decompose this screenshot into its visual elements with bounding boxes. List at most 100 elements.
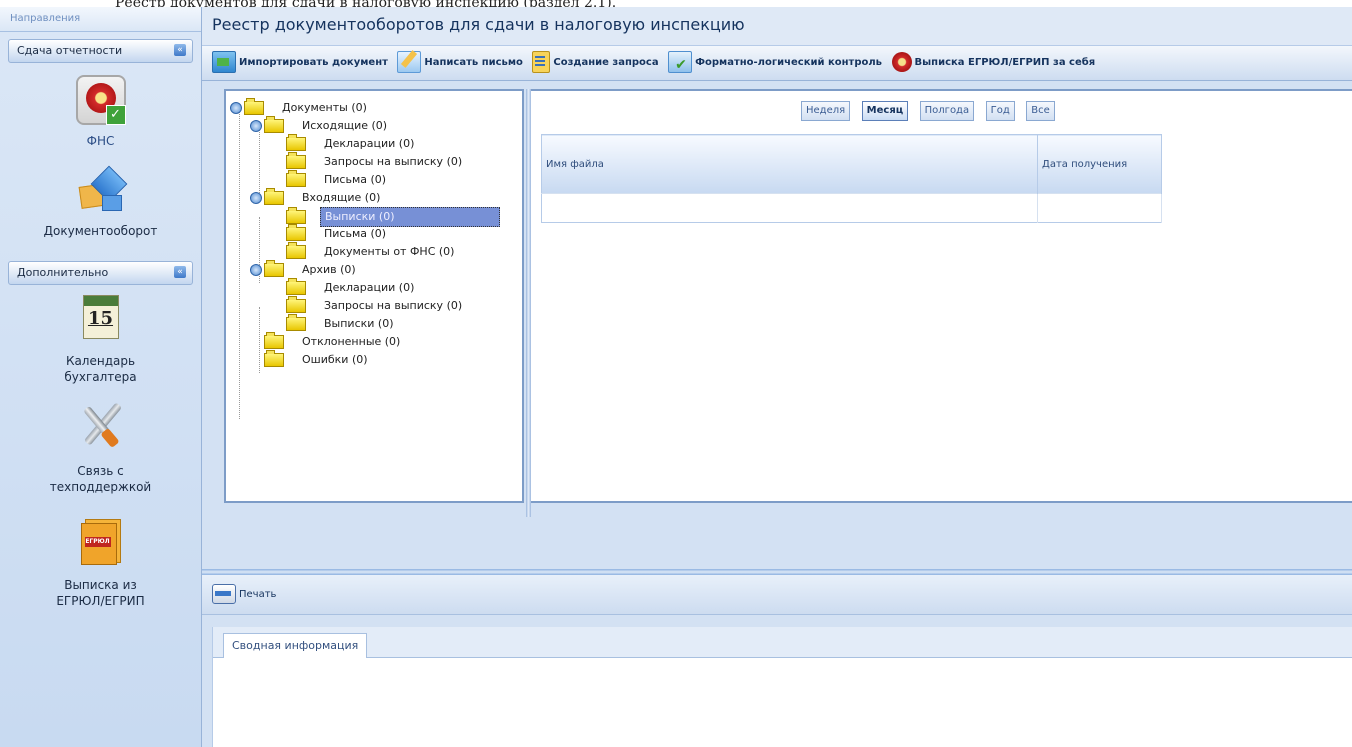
- write-letter-button[interactable]: Написать письмо: [397, 46, 523, 80]
- tree-node-out-declarations[interactable]: Декларации (0): [230, 134, 522, 153]
- column-header-file-name[interactable]: Имя файла: [541, 134, 1038, 194]
- top-cut-caption: Реестр документов для сдачи в налоговую …: [0, 0, 1352, 7]
- folder-icon: [286, 134, 306, 151]
- toolbar: Импортировать документ Написать письмо С…: [202, 45, 1352, 82]
- tree-node-archive[interactable]: Архив (0): [230, 260, 522, 279]
- folder-tree: Документы (0) Исходящие (0) Декларации (…: [226, 91, 522, 419]
- nav-item-calendar[interactable]: 15 Календарь бухгалтера: [0, 295, 201, 385]
- tree-node-label: Документы (0): [282, 101, 367, 114]
- nav-item-label: бухгалтера: [64, 370, 137, 384]
- folder-icon: [264, 188, 284, 205]
- import-document-button[interactable]: Импортировать документ: [212, 46, 388, 80]
- period-year-button[interactable]: Год: [985, 101, 1015, 121]
- tree-node-arch-extracts[interactable]: Выписки (0): [230, 314, 522, 333]
- bottom-toolbar: Печать: [202, 575, 1352, 615]
- button-label: Написать письмо: [424, 57, 523, 68]
- folder-icon: [264, 332, 284, 349]
- folder-icon: [286, 207, 306, 224]
- folder-icon: [286, 314, 306, 331]
- tools-icon: [79, 399, 123, 449]
- button-label: Форматно-логический контроль: [695, 57, 883, 68]
- import-icon: [212, 51, 236, 73]
- tree-node-label: Архив (0): [302, 263, 356, 276]
- create-request-button[interactable]: Создание запроса: [532, 46, 659, 80]
- tree-node-label: Выписки (0): [324, 317, 394, 330]
- nav-item-docflow[interactable]: Документооборот: [0, 165, 201, 239]
- nav-group-additional[interactable]: Дополнительно «: [8, 261, 193, 285]
- period-filter: Неделя Месяц Полгода Год Все: [801, 101, 1063, 121]
- period-month-button[interactable]: Месяц: [861, 101, 909, 121]
- nav-item-label: Календарь: [65, 354, 136, 368]
- document-exchange-icon: [76, 165, 127, 213]
- period-half-year-button[interactable]: Полгода: [919, 101, 975, 121]
- tree-node-label: Документы от ФНС (0): [324, 245, 455, 258]
- egrul-extract-button[interactable]: Выписка ЕГРЮЛ/ЕГРИП за себя: [891, 46, 1096, 80]
- collapse-toggle-icon[interactable]: [230, 102, 242, 114]
- folder-icon: [286, 296, 306, 313]
- nav-header: Направления: [0, 7, 201, 32]
- content-area: Документы (0) Исходящие (0) Декларации (…: [202, 79, 1352, 540]
- page-title: Реестр документооборотов для сдачи в нал…: [202, 7, 1352, 45]
- calendar-icon: 15: [82, 295, 119, 339]
- tree-node-label: Выписки (0): [320, 207, 500, 227]
- tree-node-label: Запросы на выписку (0): [324, 155, 463, 168]
- documents-table: Имя файла Дата получения: [541, 134, 1162, 223]
- collapse-icon[interactable]: «: [174, 266, 186, 278]
- nav-item-label: техподдержкой: [49, 480, 152, 494]
- nav-item-label: Связь с: [77, 464, 124, 478]
- tree-node-in-fns-docs[interactable]: Документы от ФНС (0): [230, 242, 522, 261]
- period-all-button[interactable]: Все: [1026, 101, 1055, 121]
- tree-node-documents[interactable]: Документы (0): [230, 98, 522, 117]
- tree-node-label: Отклоненные (0): [302, 335, 401, 348]
- collapse-toggle-icon[interactable]: [250, 192, 262, 204]
- tab-summary[interactable]: Сводная информация: [223, 633, 368, 658]
- tree-node-label: Запросы на выписку (0): [324, 299, 463, 312]
- folder-icon: [286, 152, 306, 169]
- nav-group-label: Дополнительно: [17, 266, 109, 279]
- tree-node-outgoing[interactable]: Исходящие (0): [230, 116, 522, 135]
- tree-node-errors[interactable]: Ошибки (0): [230, 350, 522, 369]
- folder-icon: [286, 170, 306, 187]
- tree-node-out-requests[interactable]: Запросы на выписку (0): [230, 152, 522, 171]
- nav-item-egrul[interactable]: ЕГРЮЛ Выписка из ЕГРЮЛ/ЕГРИП: [0, 515, 201, 609]
- collapse-toggle-icon[interactable]: [250, 120, 262, 132]
- print-button[interactable]: Печать: [212, 584, 276, 604]
- tree-node-rejected[interactable]: Отклоненные (0): [230, 332, 522, 351]
- collapse-icon[interactable]: «: [174, 44, 186, 56]
- tree-node-in-extracts[interactable]: Выписки (0): [230, 207, 522, 227]
- main-area: Реестр документооборотов для сдачи в нал…: [202, 7, 1352, 747]
- tree-node-label: Декларации (0): [324, 281, 415, 294]
- folder-tree-pane: Документы (0) Исходящие (0) Декларации (…: [224, 89, 524, 503]
- tree-node-in-letters[interactable]: Письма (0): [230, 224, 522, 243]
- folder-icon: [286, 242, 306, 259]
- tree-node-out-letters[interactable]: Письма (0): [230, 170, 522, 189]
- tree-node-incoming[interactable]: Входящие (0): [230, 188, 522, 207]
- tab-strip: Сводная информация: [213, 627, 1352, 658]
- nav-item-support[interactable]: Связь с техподдержкой: [0, 399, 201, 495]
- fns-emblem-icon: ✓: [75, 75, 126, 125]
- tree-node-label: Ошибки (0): [302, 353, 368, 366]
- folder-icon: [264, 350, 284, 367]
- tree-node-label: Входящие (0): [302, 191, 381, 204]
- nav-group-reporting[interactable]: Сдача отчетности «: [8, 39, 193, 63]
- nav-item-label: ЕГРЮЛ/ЕГРИП: [56, 594, 145, 608]
- folder-icon: [264, 116, 284, 133]
- left-navigation: Направления Сдача отчетности « ✓ ФНС Док…: [0, 7, 202, 747]
- nav-group-label: Сдача отчетности: [17, 44, 123, 57]
- table-row-empty: [541, 193, 1162, 223]
- folder-icon: [286, 224, 306, 241]
- summary-pane: Сводная информация: [212, 627, 1352, 747]
- folder-icon: [244, 98, 264, 115]
- registry-icon-text: ЕГРЮЛ: [84, 537, 111, 547]
- period-week-button[interactable]: Неделя: [801, 101, 851, 121]
- nav-item-label: ФНС: [86, 134, 115, 148]
- request-form-icon: [532, 51, 551, 73]
- column-header-received-date[interactable]: Дата получения: [1037, 134, 1162, 194]
- collapse-toggle-icon[interactable]: [250, 264, 262, 276]
- tree-node-arch-declarations[interactable]: Декларации (0): [230, 278, 522, 297]
- folder-icon: [286, 278, 306, 295]
- nav-item-fns[interactable]: ✓ ФНС: [0, 75, 201, 149]
- tree-node-arch-requests[interactable]: Запросы на выписку (0): [230, 296, 522, 315]
- button-label: Выписка ЕГРЮЛ/ЕГРИП за себя: [914, 57, 1096, 68]
- format-logical-control-button[interactable]: Форматно-логический контроль: [668, 46, 883, 82]
